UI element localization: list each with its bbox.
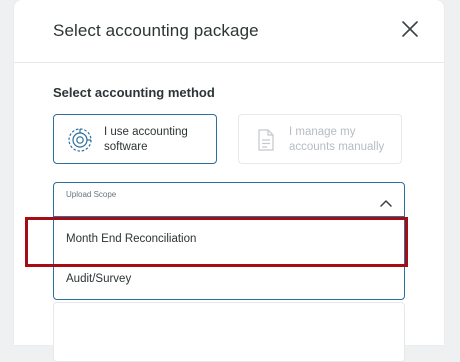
- document-icon: [258, 129, 274, 151]
- upload-scope-dropdown[interactable]: Upload Scope Month End Reconciliation Au…: [53, 182, 405, 300]
- option-audit-survey[interactable]: Audit/Survey: [54, 263, 404, 299]
- option-label: Audit/Survey: [66, 273, 132, 285]
- close-icon: [402, 21, 418, 37]
- lower-panel: [53, 302, 405, 362]
- chevron-up-icon[interactable]: [379, 198, 393, 208]
- accounting-method-label: Select accounting method: [53, 85, 215, 100]
- method-option-accounting-software[interactable]: I use accounting software: [53, 114, 217, 164]
- modal-title: Select accounting package: [53, 21, 259, 40]
- accounting-software-icon: [68, 128, 92, 152]
- modal-header: Select accounting package: [14, 0, 444, 63]
- method-option-manual-accounts[interactable]: I manage my accounts manually: [238, 114, 402, 164]
- method-option-label: I manage my accounts manually: [289, 126, 385, 153]
- upload-scope-label: Upload Scope: [66, 190, 117, 199]
- option-label: Month End Reconciliation: [66, 233, 197, 245]
- close-button[interactable]: [400, 19, 420, 39]
- dropdown-divider: [54, 216, 404, 217]
- accounting-package-modal: Select accounting package Select account…: [14, 0, 444, 362]
- method-option-label: I use accounting software: [104, 126, 188, 153]
- option-month-end-reconciliation[interactable]: Month End Reconciliation: [54, 223, 404, 259]
